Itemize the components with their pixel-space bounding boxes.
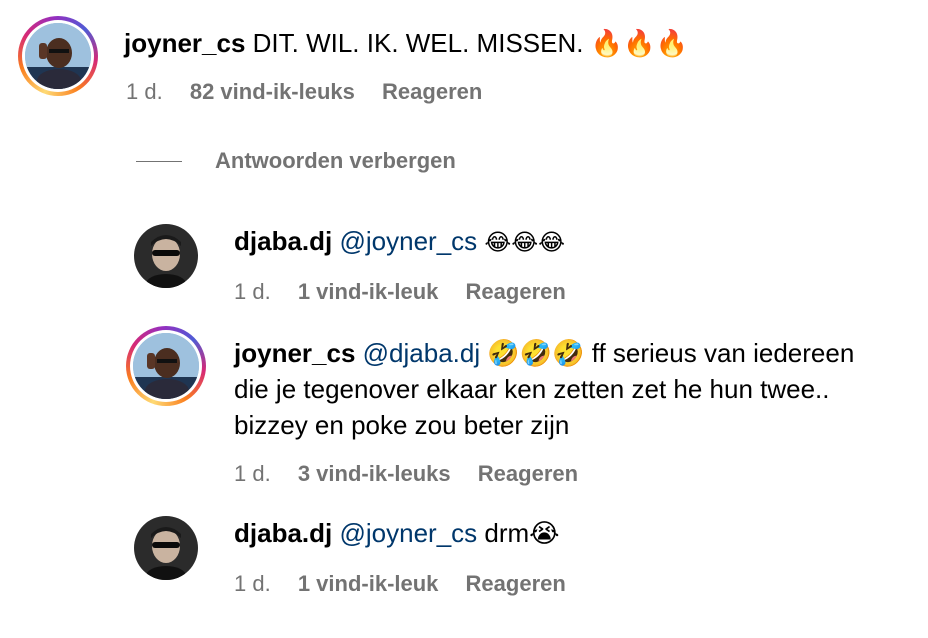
story-ring-avatar[interactable] [18, 16, 98, 96]
comment-meta: 1 d. 82 vind-ik-leuks Reageren [126, 78, 503, 106]
comment-body: drm😭 [484, 518, 560, 548]
hide-replies-label[interactable]: Antwoorden verbergen [215, 146, 456, 176]
avatar[interactable] [134, 224, 198, 288]
likes-count[interactable]: 1 vind-ik-leuk [298, 279, 439, 304]
likes-count[interactable]: 1 vind-ik-leuk [298, 571, 439, 596]
comment-meta: 1 d. 1 vind-ik-leuk Reageren [234, 278, 587, 306]
comment-body: 😂😂😂 [484, 229, 566, 255]
comment-body-line3: bizzey en poke zou beter zijn [234, 410, 570, 440]
mention-link[interactable]: @joyner_cs [339, 226, 477, 256]
likes-count[interactable]: 82 vind-ik-leuks [190, 79, 355, 104]
timestamp[interactable]: 1 d. [234, 571, 271, 596]
mention-link[interactable]: @djaba.dj [363, 338, 480, 368]
reply-button[interactable]: Reageren [382, 79, 482, 104]
timestamp[interactable]: 1 d. [234, 279, 271, 304]
avatar [133, 333, 199, 399]
username[interactable]: joyner_cs [234, 338, 355, 368]
likes-count[interactable]: 3 vind-ik-leuks [298, 461, 451, 486]
comment-body-line1: 🤣🤣🤣 ff serieus van iedereen [487, 338, 855, 368]
timestamp[interactable]: 1 d. [126, 79, 163, 104]
comment-body-line2: die je tegenover elkaar ken zetten zet h… [234, 374, 830, 404]
comment-text: joyner_cs @djaba.dj 🤣🤣🤣 ff serieus van i… [234, 336, 854, 371]
reply-button[interactable]: Reageren [466, 571, 566, 596]
comment-meta: 1 d. 1 vind-ik-leuk Reageren [234, 570, 587, 598]
comment-text: joyner_cs DIT. WIL. IK. WEL. MISSEN. 🔥🔥🔥 [124, 26, 688, 61]
comment-text: djaba.dj @joyner_cs 😂😂😂 [234, 224, 565, 260]
story-ring-avatar[interactable] [126, 326, 206, 406]
avatar[interactable] [134, 516, 198, 580]
comment-meta: 1 d. 3 vind-ik-leuks Reageren [234, 460, 599, 488]
username[interactable]: joyner_cs [124, 28, 245, 58]
avatar [25, 23, 91, 89]
timestamp[interactable]: 1 d. [234, 461, 271, 486]
reply-button[interactable]: Reageren [478, 461, 578, 486]
comment-text: djaba.dj @joyner_cs drm😭 [234, 516, 560, 551]
divider-line [136, 161, 182, 162]
reply-button[interactable]: Reageren [466, 279, 566, 304]
comment-body: DIT. WIL. IK. WEL. MISSEN. 🔥🔥🔥 [252, 28, 688, 58]
username[interactable]: djaba.dj [234, 518, 332, 548]
username[interactable]: djaba.dj [234, 226, 332, 256]
mention-link[interactable]: @joyner_cs [339, 518, 477, 548]
